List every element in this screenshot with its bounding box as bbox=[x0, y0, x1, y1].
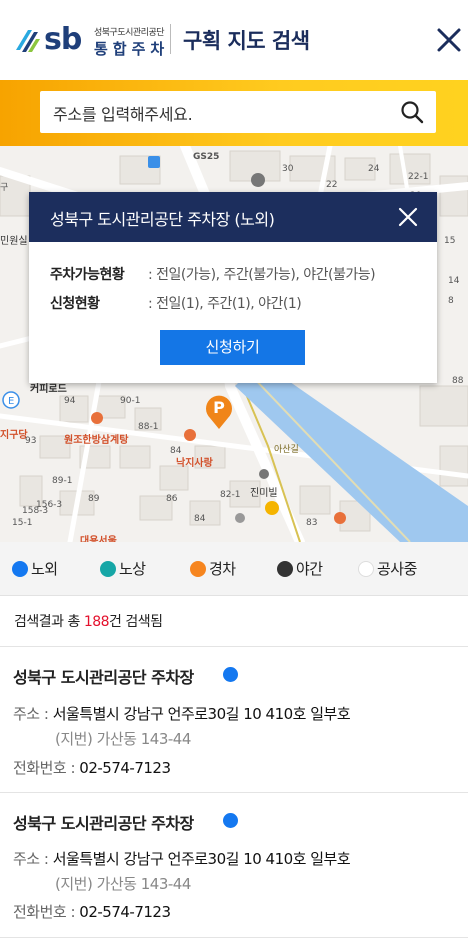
map-label: 90-1 bbox=[120, 396, 141, 406]
phone-label: 전화번호 : bbox=[13, 759, 80, 777]
close-icon[interactable] bbox=[434, 25, 464, 55]
legend-dot bbox=[277, 561, 293, 577]
phone-label: 전화번호 : bbox=[13, 903, 80, 921]
map-label: 88 bbox=[452, 376, 464, 386]
map-label: 22-1 bbox=[408, 172, 429, 182]
address-value: 서울특별시 강남구 언주로30길 10 410호 일부호 bbox=[52, 705, 351, 723]
legend-item-construction[interactable]: 공사중 bbox=[358, 558, 417, 580]
address-label: 주소 : bbox=[13, 850, 53, 868]
map-label: 88-1 bbox=[138, 422, 159, 432]
legend-dot bbox=[12, 561, 28, 577]
logo-mark-icon bbox=[16, 30, 40, 52]
legend-item-onstreet[interactable]: 노상 bbox=[100, 558, 146, 580]
result-item-jibun: (지번) 가산동 143-44 bbox=[55, 730, 191, 748]
map-label: 8 bbox=[448, 296, 454, 306]
legend-label: 공사중 bbox=[377, 560, 417, 578]
map-label: 89 bbox=[88, 494, 100, 504]
result-item-phone: 전화번호 : 02-574-7123 bbox=[13, 901, 171, 922]
result-count-prefix: 검색결과 총 bbox=[14, 614, 84, 630]
map-label: 86 bbox=[166, 494, 178, 504]
result-item[interactable]: 성북구 도시관리공단 주차장 주소 : 서울특별시 강남구 언주로30길 10 … bbox=[0, 647, 468, 791]
result-count-suffix: 건 검색됨 bbox=[109, 614, 163, 630]
availability-row: 주차가능현황 : 전일(가능), 주간(불가능), 야간(불가능) bbox=[50, 264, 376, 284]
legend-label: 노상 bbox=[119, 560, 146, 578]
logo-org-name: 성북구도시관리공단 bbox=[94, 28, 165, 38]
map-label: 94 bbox=[64, 396, 76, 406]
result-item-address: 주소 : 서울특별시 강남구 언주로30길 10 410호 일부호 bbox=[13, 703, 351, 724]
legend-dot bbox=[190, 561, 206, 577]
legend-label: 경차 bbox=[209, 560, 236, 578]
map-label: 22 bbox=[326, 180, 338, 190]
result-item[interactable]: 성북구 도시관리공단 주차장 주소 : 서울특별시 강남구 언주로30길 10 … bbox=[0, 793, 468, 937]
map-place: 원조한방삼계탕 bbox=[64, 435, 129, 446]
map-place: 대용서울 bbox=[80, 536, 117, 542]
application-value: : 전일(1), 주간(1), 야간(1) bbox=[148, 296, 302, 312]
map-label: 83 bbox=[306, 518, 318, 528]
map-place: 진미빌 bbox=[250, 488, 278, 499]
result-count-number: 188 bbox=[83, 614, 110, 630]
map-label: GS25 bbox=[193, 152, 220, 162]
result-item-title: 성북구 도시관리공단 주차장 bbox=[13, 814, 194, 833]
map-label: 84 bbox=[194, 514, 206, 524]
result-item-type-dot bbox=[223, 813, 238, 828]
application-row: 신청현황 : 전일(1), 주간(1), 야간(1) bbox=[50, 293, 302, 313]
close-icon[interactable] bbox=[395, 204, 421, 230]
availability-value: : 전일(가능), 주간(불가능), 야간(불가능) bbox=[148, 267, 376, 283]
parking-marker[interactable]: P bbox=[204, 394, 234, 430]
address-label: 주소 : bbox=[13, 705, 53, 723]
result-item-phone: 전화번호 : 02-574-7123 bbox=[13, 757, 171, 778]
svg-text:E: E bbox=[8, 396, 14, 407]
header-divider bbox=[170, 24, 171, 54]
page-title: 구획 지도 검색 bbox=[183, 29, 310, 53]
legend-item-offstreet[interactable]: 노외 bbox=[12, 558, 58, 580]
popup-header: 성북구 도시관리공단 주차장 (노외) bbox=[29, 192, 437, 242]
legend-dot bbox=[358, 561, 374, 577]
logo-service-name: 통합주차 bbox=[94, 40, 170, 58]
app-header: sb 성북구도시관리공단 통합주차 구획 지도 검색 bbox=[0, 0, 468, 80]
map-label: 15-1 bbox=[12, 518, 33, 528]
sb-logo[interactable]: sb 성북구도시관리공단 통합주차 bbox=[14, 22, 165, 62]
search-input[interactable]: 주소를 입력해주세요. bbox=[40, 91, 436, 133]
map-label: 아산길 bbox=[274, 445, 299, 455]
result-count: 검색결과 총 188건 검색됨 bbox=[14, 611, 163, 631]
legend-item-night[interactable]: 야간 bbox=[277, 558, 323, 580]
map-label: 24 bbox=[368, 164, 380, 174]
map-label: 89-1 bbox=[52, 476, 73, 486]
legend-label: 노외 bbox=[31, 560, 58, 578]
legend-dot bbox=[100, 561, 116, 577]
legend-item-compact[interactable]: 경차 bbox=[190, 558, 236, 580]
map-label: 158-3 bbox=[22, 506, 49, 516]
map-label: 14 bbox=[448, 276, 460, 286]
map-place: 지구당 bbox=[0, 430, 28, 441]
search-placeholder: 주소를 입력해주세요. bbox=[53, 105, 193, 124]
logo-wordmark: sb bbox=[44, 22, 82, 57]
apply-button[interactable]: 신청하기 bbox=[160, 330, 305, 365]
application-label: 신청현황 bbox=[50, 296, 100, 312]
parking-info-popup: 성북구 도시관리공단 주차장 (노외) 주차가능현황 : 전일(가능), 주간(불… bbox=[29, 192, 437, 383]
map-place: 낙지사랑 bbox=[176, 458, 213, 469]
popup-title: 성북구 도시관리공단 주차장 (노외) bbox=[50, 210, 275, 229]
result-item-type-dot bbox=[223, 667, 238, 682]
map-label: 30 bbox=[282, 164, 294, 174]
search-icon[interactable] bbox=[400, 100, 424, 124]
availability-label: 주차가능현황 bbox=[50, 267, 125, 283]
map-legend: 노외 노상 경차 야간 공사중 bbox=[0, 542, 468, 596]
divider bbox=[0, 937, 468, 938]
map-label: 구 bbox=[0, 183, 9, 193]
address-value: 서울특별시 강남구 언주로30길 10 410호 일부호 bbox=[52, 850, 351, 868]
phone-value: 02-574-7123 bbox=[79, 903, 171, 921]
parking-marker-letter: P bbox=[213, 398, 225, 417]
map-label: 82-1 bbox=[220, 490, 241, 500]
map-place: 민원실 bbox=[0, 236, 28, 247]
result-item-address: 주소 : 서울특별시 강남구 언주로30길 10 410호 일부호 bbox=[13, 848, 351, 869]
result-item-jibun: (지번) 가산동 143-44 bbox=[55, 875, 191, 893]
map-label: 93 bbox=[25, 436, 37, 446]
legend-label: 야간 bbox=[296, 560, 323, 578]
search-bar: 주소를 입력해주세요. bbox=[0, 80, 468, 146]
result-item-title: 성북구 도시관리공단 주차장 bbox=[13, 668, 194, 687]
phone-value: 02-574-7123 bbox=[79, 759, 171, 777]
map-label: 15 bbox=[444, 236, 456, 246]
